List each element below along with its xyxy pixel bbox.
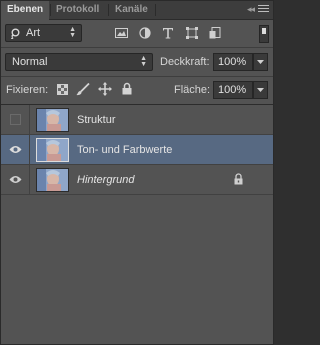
toggle-knob	[262, 28, 266, 34]
layer-visibility-toggle[interactable]	[1, 165, 30, 194]
shape-layer-filter-icon[interactable]	[186, 27, 198, 39]
layer-row-ton-und-farbwerte[interactable]: Ton- und Farbwerte	[1, 135, 273, 165]
layer-name: Struktur	[77, 114, 116, 126]
filter-toggle-switch[interactable]	[259, 25, 269, 43]
tab-divider	[50, 4, 51, 16]
blend-mode-value: Normal	[12, 56, 48, 68]
layer-lock-icon	[234, 173, 243, 185]
layer-thumbnail	[36, 168, 69, 192]
filter-kind-select[interactable]: Art ▲ ▼	[5, 24, 82, 42]
collapse-icon[interactable]: ◂◂	[247, 4, 255, 15]
filter-row: Art ▲ ▼	[1, 20, 273, 48]
opacity-slider-button[interactable]	[253, 53, 268, 71]
lock-row: Fixieren: Fläche: 100%	[1, 77, 273, 105]
blend-row: Normal ▲ ▼ Deckkraft: 100%	[1, 48, 273, 77]
tab-bar: Ebenen Protokoll Kanäle ◂◂	[1, 1, 273, 20]
search-icon	[11, 28, 20, 39]
pixel-layer-filter-icon[interactable]	[115, 27, 128, 39]
layers-list: Struktur Ton- und Farbwerte Hintergrund	[1, 105, 273, 344]
layer-name: Ton- und Farbwerte	[77, 144, 173, 156]
tab-divider	[155, 4, 156, 16]
eye-icon	[9, 146, 22, 153]
lock-image-pixels-icon[interactable]	[76, 82, 90, 99]
visibility-off-box	[10, 114, 21, 125]
smart-object-filter-icon[interactable]	[209, 27, 221, 39]
fill-label: Fläche:	[174, 84, 211, 96]
lock-label: Fixieren:	[6, 84, 49, 96]
fill-input[interactable]: 100%	[213, 81, 253, 99]
blend-mode-select[interactable]: Normal ▲ ▼	[5, 53, 153, 71]
chevron-down-icon	[257, 88, 264, 92]
layer-thumbnail	[36, 108, 69, 132]
fill-value: 100%	[218, 84, 247, 96]
filter-kind-value: Art	[26, 27, 41, 39]
eye-icon	[9, 176, 22, 183]
panel-menu-icon[interactable]	[258, 5, 269, 14]
layer-visibility-toggle[interactable]	[1, 135, 30, 164]
layer-row-hintergrund[interactable]: Hintergrund	[1, 165, 273, 195]
layer-visibility-toggle[interactable]	[1, 105, 30, 134]
tab-kanaele[interactable]: Kanäle	[115, 1, 148, 19]
layers-panel: Ebenen Protokoll Kanäle ◂◂ Art ▲ ▼ Norma…	[0, 0, 274, 345]
opacity-value: 100%	[218, 56, 247, 68]
tab-ebenen[interactable]: Ebenen	[1, 1, 50, 20]
chevron-down-icon	[257, 60, 264, 64]
layer-thumbnail	[36, 138, 69, 162]
dropdown-arrows-icon: ▲ ▼	[69, 26, 76, 39]
lock-all-icon[interactable]	[122, 82, 132, 98]
layer-name: Hintergrund	[77, 174, 135, 186]
opacity-label: Deckkraft:	[160, 56, 210, 68]
lock-position-icon[interactable]	[98, 82, 112, 99]
type-layer-filter-icon[interactable]	[162, 27, 174, 39]
adjustment-layer-filter-icon[interactable]	[139, 27, 151, 39]
layer-row-struktur[interactable]: Struktur	[1, 105, 273, 135]
fill-slider-button[interactable]	[253, 81, 268, 99]
tab-divider	[108, 4, 109, 16]
tab-protokoll[interactable]: Protokoll	[56, 1, 99, 19]
lock-transparent-pixels-icon[interactable]	[57, 84, 68, 98]
opacity-input[interactable]: 100%	[213, 53, 253, 71]
dropdown-arrows-icon: ▲ ▼	[140, 55, 147, 68]
